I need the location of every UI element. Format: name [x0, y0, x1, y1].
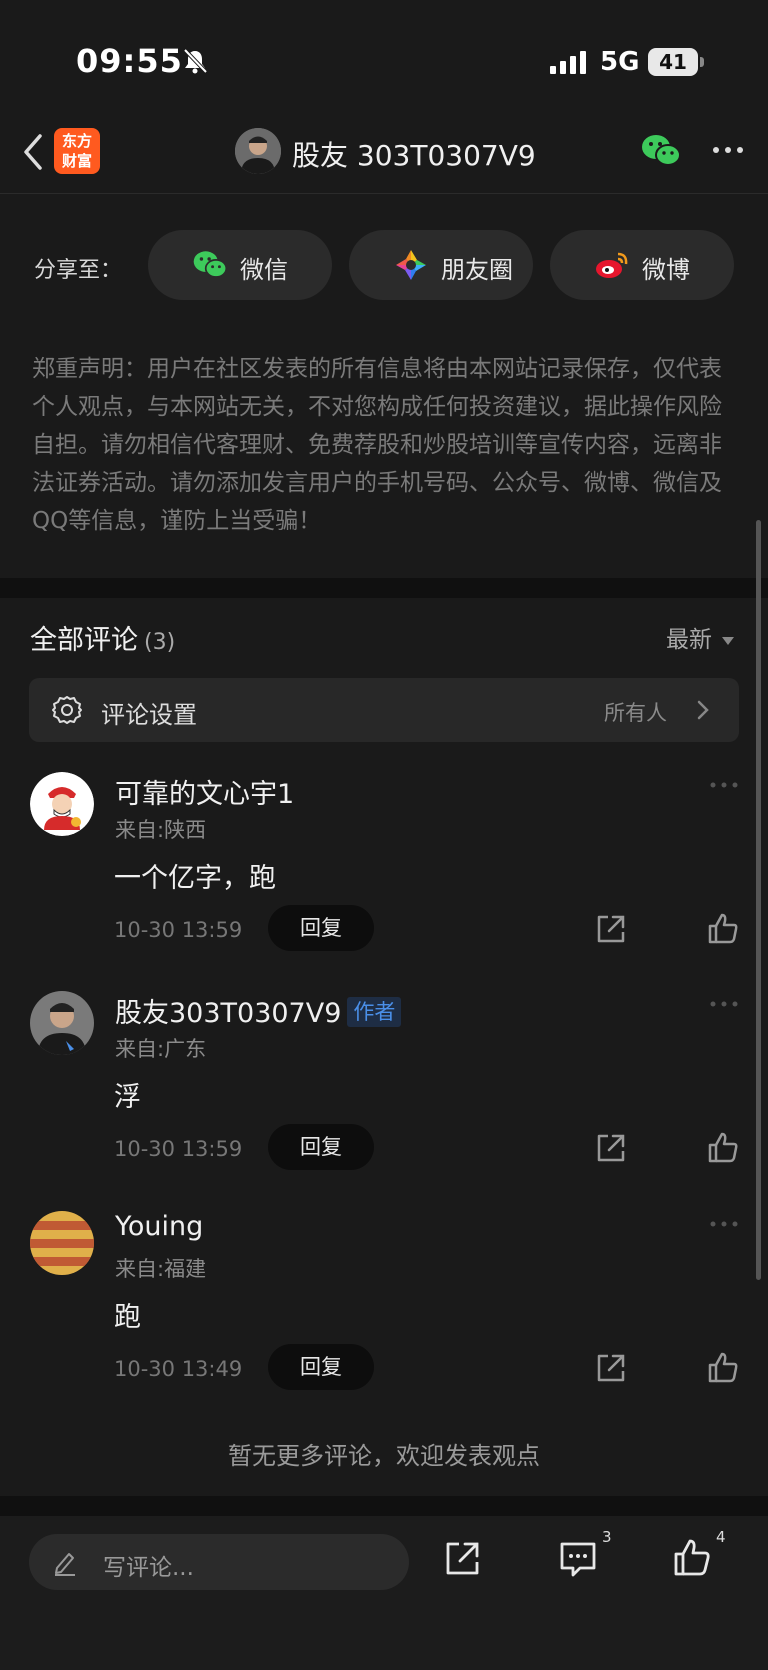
- nav-bar: 东方 财富 股友 303T0307V9: [0, 110, 768, 194]
- battery-level: 41: [648, 48, 698, 76]
- comment-item: 股友303T0307V9 作者 来自:广东 浮 10-30 13:59 回复: [0, 991, 768, 1211]
- more-options-icon[interactable]: [708, 780, 740, 790]
- share-icon[interactable]: [443, 1538, 483, 1578]
- user-avatar-image: [30, 991, 94, 1055]
- comment-settings-value: 所有人: [604, 701, 667, 725]
- share-icon[interactable]: [594, 912, 628, 946]
- scrollbar[interactable]: [756, 520, 761, 1280]
- share-moments-button[interactable]: 朋友圈: [349, 230, 533, 300]
- reply-button[interactable]: 回复: [268, 1344, 374, 1390]
- app-logo[interactable]: 东方 财富: [54, 128, 100, 174]
- share-wechat-label: 微信: [240, 256, 288, 284]
- comment-count-badge: 3: [602, 1528, 612, 1546]
- section-divider: [0, 578, 768, 598]
- gear-icon: [52, 696, 82, 724]
- user-avatar-image: [30, 1211, 94, 1275]
- comments-header: 全部评论 (3): [30, 618, 175, 657]
- logo-line-2: 财富: [61, 152, 92, 170]
- share-weibo-button[interactable]: 微博: [550, 230, 734, 300]
- comment-time: 10-30 13:59: [114, 1137, 243, 1161]
- thumbs-up-icon[interactable]: [706, 1131, 740, 1165]
- avatar[interactable]: [30, 772, 94, 836]
- page-title: 股友 303T0307V9: [292, 139, 536, 172]
- author-badge: 作者: [347, 997, 402, 1027]
- comment-author-name[interactable]: 可靠的文心宇1: [115, 772, 294, 811]
- status-bar: 09:55 5G 41: [0, 0, 768, 110]
- comment-item: 可靠的文心宇1 来自:陕西 一个亿字，跑 10-30 13:59 回复: [0, 772, 768, 992]
- share-label: 分享至：: [34, 258, 123, 283]
- share-icon[interactable]: [594, 1351, 628, 1385]
- share-moments-label: 朋友圈: [441, 256, 513, 284]
- thumbs-up-icon[interactable]: [706, 912, 740, 946]
- write-comment-placeholder: 写评论...: [103, 1555, 194, 1581]
- no-more-comments: 暂无更多评论，欢迎发表观点: [228, 1442, 540, 1470]
- battery-tip: [700, 57, 704, 67]
- comments-count: (3): [144, 630, 176, 655]
- write-comment-input[interactable]: 写评论...: [29, 1534, 409, 1590]
- comment-author-name[interactable]: Youing: [115, 1211, 203, 1242]
- share-wechat-button[interactable]: 微信: [148, 230, 332, 300]
- share-weibo-label: 微博: [642, 256, 690, 284]
- user-avatar-image: [235, 128, 281, 174]
- reply-button[interactable]: 回复: [268, 905, 374, 951]
- comment-author-name-text: 股友303T0307V9: [115, 998, 342, 1029]
- comments-title: 全部评论: [30, 625, 138, 656]
- avatar[interactable]: [30, 991, 94, 1055]
- comment-origin: 来自:陕西: [115, 818, 207, 842]
- thumbs-up-icon[interactable]: [672, 1538, 712, 1578]
- sort-label: 最新: [666, 627, 712, 653]
- comment-author-name[interactable]: 股友303T0307V9 作者: [115, 991, 402, 1030]
- section-divider: [0, 1496, 768, 1516]
- user-avatar-image: [30, 772, 94, 836]
- sort-dropdown[interactable]: 最新: [666, 620, 734, 654]
- more-options-icon[interactable]: [710, 140, 746, 160]
- signal-icon: [550, 51, 586, 74]
- wechat-icon[interactable]: [640, 132, 682, 170]
- comment-origin: 来自:福建: [115, 1257, 207, 1281]
- chevron-right-icon: [697, 700, 709, 720]
- network-type: 5G: [600, 47, 640, 77]
- comment-text: 一个亿字，跑: [114, 863, 276, 894]
- more-options-icon[interactable]: [708, 1219, 740, 1229]
- share-icon[interactable]: [594, 1131, 628, 1165]
- disclaimer-text: 郑重声明：用户在社区发表的所有信息将由本网站记录保存，仅代表个人观点，与本网站无…: [32, 356, 722, 534]
- reply-button[interactable]: 回复: [268, 1124, 374, 1170]
- pencil-icon: [55, 1553, 75, 1576]
- logo-line-1: 东方: [61, 132, 92, 150]
- like-count-badge: 4: [716, 1528, 726, 1546]
- share-row: 分享至： 微信 朋友圈 微博: [0, 230, 768, 300]
- wechat-icon: [193, 251, 228, 278]
- avatar[interactable]: [30, 1211, 94, 1275]
- comment-text: 浮: [114, 1082, 141, 1113]
- moments-icon: [396, 250, 426, 280]
- comment-text: 跑: [114, 1302, 141, 1333]
- comment-settings-row[interactable]: 评论设置 所有人: [29, 678, 739, 742]
- avatar[interactable]: [235, 128, 281, 174]
- comment-origin: 来自:广东: [115, 1037, 207, 1061]
- bottom-action-bar: 写评论... 3 4: [0, 1516, 768, 1670]
- bell-off-icon: [183, 48, 208, 74]
- comment-icon[interactable]: [558, 1538, 598, 1578]
- more-options-icon[interactable]: [708, 999, 740, 1009]
- comment-settings-label: 评论设置: [101, 701, 197, 729]
- back-arrow-icon[interactable]: [18, 130, 48, 174]
- status-time: 09:55: [76, 42, 183, 80]
- comment-item: Youing 来自:福建 跑 10-30 13:49 回复: [0, 1211, 768, 1431]
- caret-down-icon: [722, 636, 734, 645]
- thumbs-up-icon[interactable]: [706, 1351, 740, 1385]
- weibo-icon: [596, 252, 628, 278]
- comment-time: 10-30 13:59: [114, 918, 243, 942]
- comment-time: 10-30 13:49: [114, 1357, 243, 1381]
